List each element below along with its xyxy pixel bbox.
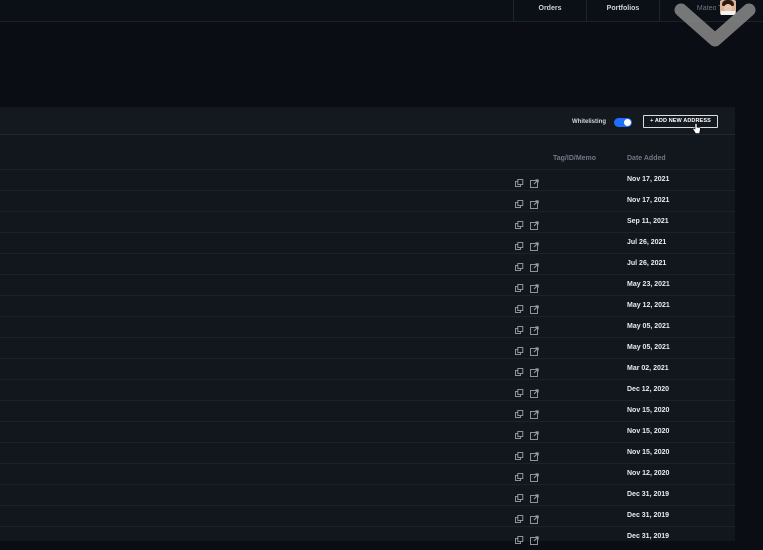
toggle-knob (624, 119, 631, 126)
copy-icon[interactable] (515, 532, 524, 544)
table-row[interactable]: Nov 15, 2020 (0, 442, 735, 463)
copy-icon[interactable] (515, 259, 524, 271)
table-row[interactable]: Nov 15, 2020 (0, 421, 735, 442)
copy-icon[interactable] (515, 196, 524, 208)
address-table: Nov 17, 2021 Nov 17, 2021 Sep 11, 2021 Jul … (0, 169, 735, 547)
table-row[interactable]: Dec 31, 2019 (0, 526, 735, 547)
table-row[interactable]: Dec 31, 2019 (0, 505, 735, 526)
copy-icon[interactable] (515, 175, 524, 187)
external-link-icon[interactable] (530, 406, 539, 419)
copy-icon[interactable] (515, 385, 524, 397)
date-added: Dec 31, 2019 (627, 512, 670, 519)
nav-orders[interactable]: Orders (513, 0, 586, 21)
date-added: Nov 17, 2021 (627, 197, 670, 204)
external-link-icon[interactable] (530, 511, 539, 524)
table-row[interactable]: Dec 31, 2019 (0, 484, 735, 505)
table-row[interactable]: Nov 15, 2020 (0, 400, 735, 421)
table-row[interactable]: Jul 26, 2021 (0, 232, 735, 253)
date-added: Nov 15, 2020 (627, 407, 670, 414)
external-link-icon[interactable] (530, 385, 539, 398)
whitelisting-toggle[interactable] (614, 118, 632, 127)
copy-icon[interactable] (515, 238, 524, 250)
date-added: Dec 31, 2019 (627, 533, 670, 540)
external-link-icon[interactable] (530, 217, 539, 230)
copy-icon[interactable] (515, 511, 524, 523)
date-added: May 05, 2021 (627, 323, 670, 330)
table-row[interactable]: Nov 17, 2021 (0, 169, 735, 190)
table-row[interactable]: Nov 17, 2021 (0, 190, 735, 211)
table-row[interactable]: May 05, 2021 (0, 316, 735, 337)
date-added: Dec 12, 2020 (627, 386, 670, 393)
external-link-icon[interactable] (530, 238, 539, 251)
table-row[interactable]: Dec 12, 2020 (0, 379, 735, 400)
copy-icon[interactable] (515, 364, 524, 376)
copy-icon[interactable] (515, 427, 524, 439)
date-added: Nov 12, 2020 (627, 470, 670, 477)
copy-icon[interactable] (515, 406, 524, 418)
external-link-icon[interactable] (530, 490, 539, 503)
table-row[interactable]: Sep 11, 2021 (0, 211, 735, 232)
chevron-down-icon[interactable] (672, 0, 758, 52)
date-added: Mar 02, 2021 (627, 365, 669, 372)
date-added: May 23, 2021 (627, 281, 670, 288)
date-added: May 05, 2021 (627, 344, 670, 351)
external-link-icon[interactable] (530, 280, 539, 293)
external-link-icon[interactable] (530, 301, 539, 314)
date-added: Jul 26, 2021 (627, 239, 667, 246)
table-row[interactable]: May 23, 2021 (0, 274, 735, 295)
date-added: Nov 17, 2021 (627, 176, 670, 183)
external-link-icon[interactable] (530, 259, 539, 272)
top-navigation: Orders Portfolios Mateo Tu (0, 0, 763, 22)
column-header-tag: Tag/ID/Memo (553, 155, 597, 162)
date-added: May 12, 2021 (627, 302, 670, 309)
external-link-icon[interactable] (530, 196, 539, 209)
external-link-icon[interactable] (530, 427, 539, 440)
copy-icon[interactable] (515, 343, 524, 355)
table-row[interactable]: Nov 12, 2020 (0, 463, 735, 484)
date-added: Jul 26, 2021 (627, 260, 667, 267)
whitelisting-label: Whitelisting (572, 119, 606, 125)
date-added: Nov 15, 2020 (627, 428, 670, 435)
external-link-icon[interactable] (530, 469, 539, 482)
external-link-icon[interactable] (530, 532, 539, 545)
column-header-date-added: Date Added (627, 155, 666, 162)
external-link-icon[interactable] (530, 448, 539, 461)
table-row[interactable]: Mar 02, 2021 (0, 358, 735, 379)
date-added: Sep 11, 2021 (627, 218, 669, 225)
copy-icon[interactable] (515, 301, 524, 313)
external-link-icon[interactable] (530, 364, 539, 377)
add-new-address-button[interactable]: + ADD NEW ADDRESS (643, 115, 718, 128)
copy-icon[interactable] (515, 490, 524, 502)
copy-icon[interactable] (515, 280, 524, 292)
external-link-icon[interactable] (530, 322, 539, 335)
table-row[interactable]: May 05, 2021 (0, 337, 735, 358)
pointer-cursor-icon (692, 123, 701, 134)
external-link-icon[interactable] (530, 175, 539, 188)
external-link-icon[interactable] (530, 343, 539, 356)
table-row[interactable]: May 12, 2021 (0, 295, 735, 316)
date-added: Dec 31, 2019 (627, 491, 670, 498)
date-added: Nov 15, 2020 (627, 449, 670, 456)
panel-header: Whitelisting + ADD NEW ADDRESS (0, 107, 735, 135)
copy-icon[interactable] (515, 469, 524, 481)
nav-portfolios[interactable]: Portfolios (586, 0, 659, 21)
copy-icon[interactable] (515, 217, 524, 229)
copy-icon[interactable] (515, 448, 524, 460)
copy-icon[interactable] (515, 322, 524, 334)
table-row[interactable]: Jul 26, 2021 (0, 253, 735, 274)
